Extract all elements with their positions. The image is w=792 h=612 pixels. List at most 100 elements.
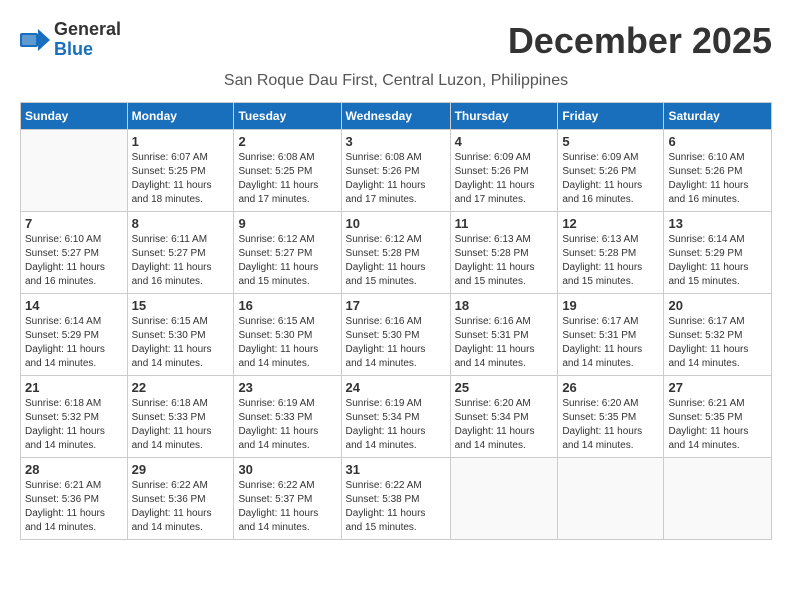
day-info: Sunrise: 6:22 AM Sunset: 5:38 PM Dayligh… [346,479,446,535]
day-info: Sunrise: 6:22 AM Sunset: 5:36 PM Dayligh… [132,479,230,535]
logo-blue: Blue [54,39,93,59]
calendar-week-row: 1 Sunrise: 6:07 AM Sunset: 5:25 PM Daylig… [21,129,772,211]
location-title: San Roque Dau First, Central Luzon, Phil… [20,72,772,90]
day-number: 30 [238,462,336,477]
calendar-week-row: 21 Sunrise: 6:18 AM Sunset: 5:32 PM Dayli… [21,375,772,457]
day-number: 1 [132,134,230,149]
table-row: 4 Sunrise: 6:09 AM Sunset: 5:26 PM Daylig… [450,129,558,211]
logo: General Blue [20,20,121,60]
day-info: Sunrise: 6:13 AM Sunset: 5:28 PM Dayligh… [455,233,554,289]
table-row [664,457,772,539]
logo-icon [20,29,50,51]
table-row: 12 Sunrise: 6:13 AM Sunset: 5:28 PM Dayli… [558,211,664,293]
day-info: Sunrise: 6:20 AM Sunset: 5:34 PM Dayligh… [455,397,554,453]
day-number: 20 [668,298,767,313]
day-info: Sunrise: 6:19 AM Sunset: 5:34 PM Dayligh… [346,397,446,453]
table-row [558,457,664,539]
day-info: Sunrise: 6:07 AM Sunset: 5:25 PM Dayligh… [132,151,230,207]
col-monday: Monday [127,102,234,129]
table-row: 8 Sunrise: 6:11 AM Sunset: 5:27 PM Daylig… [127,211,234,293]
col-sunday: Sunday [21,102,128,129]
table-row: 5Sunrise: 6:09 AM Sunset: 5:26 PM Daylig… [558,129,664,211]
day-number: 16 [238,298,336,313]
table-row: 31 Sunrise: 6:22 AM Sunset: 5:38 PM Dayli… [341,457,450,539]
day-number: 27 [668,380,767,395]
table-row: 29Sunrise: 6:22 AM Sunset: 5:36 PM Dayli… [127,457,234,539]
table-row: 25 Sunrise: 6:20 AM Sunset: 5:34 PM Dayli… [450,375,558,457]
day-number: 10 [346,216,446,231]
day-info: Sunrise: 6:15 AM Sunset: 5:30 PM Dayligh… [132,315,230,371]
table-row: 15 Sunrise: 6:15 AM Sunset: 5:30 PM Dayli… [127,293,234,375]
day-number: 31 [346,462,446,477]
table-row: 30 Sunrise: 6:22 AM Sunset: 5:37 PM Dayli… [234,457,341,539]
day-info: Sunrise: 6:13 AM Sunset: 5:28 PM Dayligh… [562,233,659,289]
table-row: 3Sunrise: 6:08 AM Sunset: 5:26 PM Daylig… [341,129,450,211]
table-row: 23 Sunrise: 6:19 AM Sunset: 5:33 PM Dayli… [234,375,341,457]
day-number: 4 [455,134,554,149]
day-number: 7 [25,216,123,231]
calendar-week-row: 28 Sunrise: 6:21 AM Sunset: 5:36 PM Dayli… [21,457,772,539]
month-title: December 2025 [508,20,772,62]
day-info: Sunrise: 6:21 AM Sunset: 5:36 PM Dayligh… [25,479,123,535]
col-wednesday: Wednesday [341,102,450,129]
day-number: 25 [455,380,554,395]
table-row: 10 Sunrise: 6:12 AM Sunset: 5:28 PM Dayli… [341,211,450,293]
day-info: Sunrise: 6:14 AM Sunset: 5:29 PM Dayligh… [668,233,767,289]
table-row: 20 Sunrise: 6:17 AM Sunset: 5:32 PM Dayli… [664,293,772,375]
table-row: 16 Sunrise: 6:15 AM Sunset: 5:30 PM Dayli… [234,293,341,375]
day-info: Sunrise: 6:17 AM Sunset: 5:32 PM Dayligh… [668,315,767,371]
day-info: Sunrise: 6:21 AM Sunset: 5:35 PM Dayligh… [668,397,767,453]
day-info: Sunrise: 6:16 AM Sunset: 5:31 PM Dayligh… [455,315,554,371]
day-number: 8 [132,216,230,231]
day-number: 2 [238,134,336,149]
day-info: Sunrise: 6:14 AM Sunset: 5:29 PM Dayligh… [25,315,123,371]
table-row: 1 Sunrise: 6:07 AM Sunset: 5:25 PM Daylig… [127,129,234,211]
day-number: 13 [668,216,767,231]
day-info: Sunrise: 6:10 AM Sunset: 5:26 PM Dayligh… [668,151,767,207]
day-info: Sunrise: 6:09 AM Sunset: 5:26 PM Dayligh… [562,151,659,207]
day-number: 6 [668,134,767,149]
day-number: 28 [25,462,123,477]
day-number: 21 [25,380,123,395]
day-info: Sunrise: 6:20 AM Sunset: 5:35 PM Dayligh… [562,397,659,453]
day-info: Sunrise: 6:12 AM Sunset: 5:28 PM Dayligh… [346,233,446,289]
table-row: 21 Sunrise: 6:18 AM Sunset: 5:32 PM Dayli… [21,375,128,457]
table-row: 18 Sunrise: 6:16 AM Sunset: 5:31 PM Dayli… [450,293,558,375]
day-info: Sunrise: 6:19 AM Sunset: 5:33 PM Dayligh… [238,397,336,453]
day-number: 14 [25,298,123,313]
table-row: 28 Sunrise: 6:21 AM Sunset: 5:36 PM Dayli… [21,457,128,539]
day-number: 9 [238,216,336,231]
day-info: Sunrise: 6:15 AM Sunset: 5:30 PM Dayligh… [238,315,336,371]
day-info: Sunrise: 6:22 AM Sunset: 5:37 PM Dayligh… [238,479,336,535]
day-info: Sunrise: 6:17 AM Sunset: 5:31 PM Dayligh… [562,315,659,371]
logo-text: General Blue [54,20,121,60]
calendar-week-row: 7 Sunrise: 6:10 AM Sunset: 5:27 PM Daylig… [21,211,772,293]
day-number: 11 [455,216,554,231]
table-row: 26Sunrise: 6:20 AM Sunset: 5:35 PM Dayli… [558,375,664,457]
table-row: 9Sunrise: 6:12 AM Sunset: 5:27 PM Daylig… [234,211,341,293]
day-number: 15 [132,298,230,313]
table-row: 14 Sunrise: 6:14 AM Sunset: 5:29 PM Dayli… [21,293,128,375]
day-info: Sunrise: 6:09 AM Sunset: 5:26 PM Dayligh… [455,151,554,207]
day-number: 23 [238,380,336,395]
day-info: Sunrise: 6:10 AM Sunset: 5:27 PM Dayligh… [25,233,123,289]
day-number: 12 [562,216,659,231]
table-row: 17Sunrise: 6:16 AM Sunset: 5:30 PM Dayli… [341,293,450,375]
header-container: General Blue December 2025 San Roque Dau… [20,20,772,90]
table-row: 13 Sunrise: 6:14 AM Sunset: 5:29 PM Dayli… [664,211,772,293]
day-info: Sunrise: 6:11 AM Sunset: 5:27 PM Dayligh… [132,233,230,289]
day-number: 19 [562,298,659,313]
day-number: 18 [455,298,554,313]
day-info: Sunrise: 6:08 AM Sunset: 5:26 PM Dayligh… [346,151,446,207]
table-row: 22Sunrise: 6:18 AM Sunset: 5:33 PM Dayli… [127,375,234,457]
table-row: 24Sunrise: 6:19 AM Sunset: 5:34 PM Dayli… [341,375,450,457]
day-info: Sunrise: 6:18 AM Sunset: 5:32 PM Dayligh… [25,397,123,453]
col-tuesday: Tuesday [234,102,341,129]
table-row: 11 Sunrise: 6:13 AM Sunset: 5:28 PM Dayli… [450,211,558,293]
calendar-week-row: 14 Sunrise: 6:14 AM Sunset: 5:29 PM Dayli… [21,293,772,375]
col-thursday: Thursday [450,102,558,129]
day-info: Sunrise: 6:08 AM Sunset: 5:25 PM Dayligh… [238,151,336,207]
day-number: 22 [132,380,230,395]
title-section: December 2025 [508,20,772,62]
table-row [450,457,558,539]
